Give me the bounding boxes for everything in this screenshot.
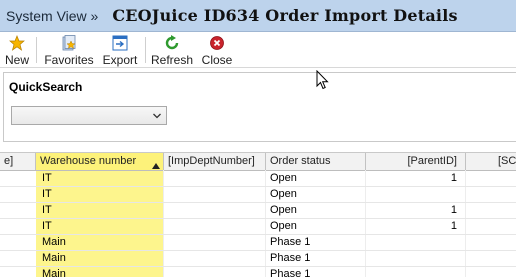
column-header-impdeptnumber[interactable]: [ImpDeptNumber] <box>164 153 266 170</box>
refresh-label: Refresh <box>150 53 194 67</box>
parentid-cell: 1 <box>450 204 457 216</box>
mouse-cursor-icon <box>316 69 330 93</box>
new-button[interactable]: New <box>3 32 31 67</box>
warehouse-cell: IT <box>36 187 163 202</box>
quicksearch-label: QuickSearch <box>9 80 83 94</box>
breadcrumb[interactable]: System View » <box>6 8 98 24</box>
parentid-cell: 1 <box>450 172 457 184</box>
star-icon <box>9 34 25 52</box>
export-button[interactable]: Export <box>101 32 139 67</box>
column-header-parentid[interactable]: [ParentID] <box>366 153 466 170</box>
dept-cell <box>168 187 264 202</box>
status-cell: Open <box>270 172 297 184</box>
table-row[interactable]: IT Open 1 <box>0 219 516 235</box>
title-bar: System View » CEOJuice ID634 Order Impor… <box>0 0 516 32</box>
toolbar-separator <box>145 37 146 63</box>
column-header-sc[interactable]: [SC <box>466 153 516 170</box>
refresh-icon <box>164 34 180 52</box>
status-cell: Phase 1 <box>270 236 311 248</box>
warehouse-cell: Main <box>36 251 163 266</box>
table-row[interactable]: Main Phase 1 <box>0 251 516 267</box>
column-header-label: Warehouse number <box>40 155 137 167</box>
dept-cell <box>168 235 264 250</box>
toolbar-separator <box>36 37 37 63</box>
dept-cell <box>168 171 264 186</box>
table-row[interactable]: IT Open 1 <box>0 203 516 219</box>
close-label: Close <box>201 53 233 67</box>
parentid-cell <box>366 251 465 266</box>
parentid-cell <box>366 187 465 202</box>
close-icon <box>209 34 225 52</box>
close-button[interactable]: Close <box>201 32 233 67</box>
favorites-icon <box>60 34 78 52</box>
table-row[interactable]: IT Open <box>0 187 516 203</box>
column-header[interactable]: e] <box>0 153 36 170</box>
quicksearch-panel: QuickSearch <box>3 72 516 142</box>
warehouse-cell: IT <box>36 171 163 186</box>
export-label: Export <box>102 53 138 67</box>
parentid-cell: 1 <box>450 220 457 232</box>
warehouse-cell: IT <box>36 219 163 234</box>
dept-cell <box>168 219 264 234</box>
table-row[interactable]: IT Open 1 <box>0 171 516 187</box>
dept-cell <box>168 251 264 266</box>
column-header-warehouse-number[interactable]: Warehouse number <box>36 153 164 170</box>
status-cell: Open <box>270 220 297 232</box>
refresh-button[interactable]: Refresh <box>151 32 193 67</box>
sort-ascending-icon <box>152 158 160 170</box>
export-icon <box>111 34 129 52</box>
chevron-down-icon <box>152 110 162 124</box>
warehouse-cell: IT <box>36 203 163 218</box>
status-cell: Open <box>270 188 297 200</box>
warehouse-cell: Main <box>36 235 163 250</box>
status-cell: Phase 1 <box>270 252 311 264</box>
favorites-label: Favorites <box>44 53 94 67</box>
status-cell: Open <box>270 204 297 216</box>
parentid-cell <box>366 235 465 250</box>
dept-cell <box>168 203 264 218</box>
data-grid: e] Warehouse number [ImpDeptNumber] Orde… <box>0 152 516 277</box>
column-header-order-status[interactable]: Order status <box>266 153 366 170</box>
quicksearch-select[interactable] <box>11 106 167 125</box>
favorites-button[interactable]: Favorites <box>42 32 96 67</box>
new-label: New <box>4 53 29 67</box>
grid-header: e] Warehouse number [ImpDeptNumber] Orde… <box>0 153 516 171</box>
page-title: CEOJuice ID634 Order Import Details <box>112 6 458 25</box>
table-row[interactable]: Main Phase 1 <box>0 235 516 251</box>
toolbar: New Favorites Export Refresh Close <box>0 32 516 68</box>
